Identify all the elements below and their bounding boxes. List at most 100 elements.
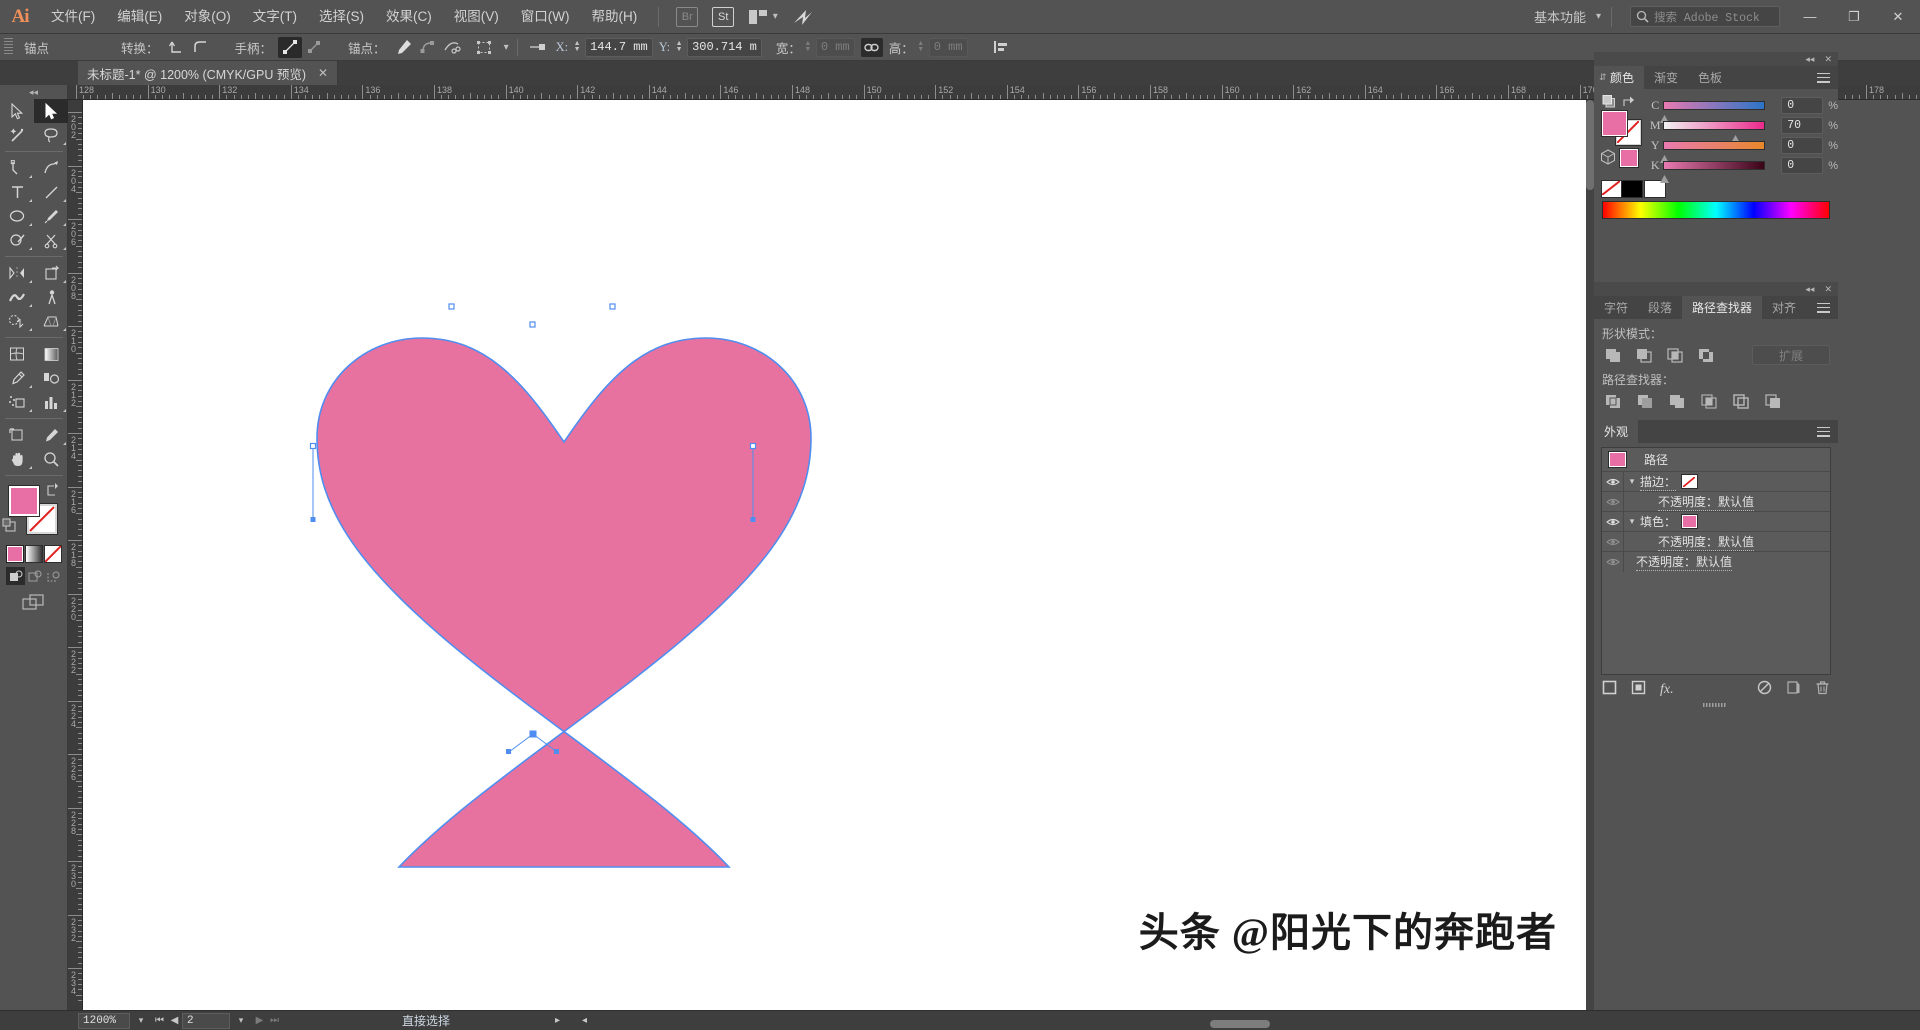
menu-object[interactable]: 对象(O) — [173, 0, 242, 34]
previous-artboard-button[interactable]: ◀ — [167, 1015, 182, 1026]
blend-tool[interactable] — [34, 366, 68, 390]
mesh-tool[interactable] — [0, 342, 34, 366]
menu-window[interactable]: 窗口(W) — [510, 0, 581, 34]
slider-m-track[interactable] — [1663, 121, 1765, 130]
lasso-tool[interactable] — [34, 123, 68, 147]
slider-k-knob[interactable] — [1660, 170, 1669, 178]
add-new-effect-button[interactable]: fx. — [1660, 682, 1674, 698]
black-color-button[interactable] — [1622, 181, 1642, 197]
divide-button[interactable] — [1602, 391, 1625, 411]
exclude-button[interactable] — [1695, 345, 1718, 365]
perspective-grid-tool[interactable] — [34, 309, 68, 333]
y-stepper[interactable]: ▲▼ — [674, 41, 684, 53]
x-stepper[interactable]: ▲▼ — [572, 41, 582, 53]
tab-align[interactable]: 对齐 — [1762, 296, 1806, 319]
close-icon[interactable]: ✕ — [1824, 284, 1832, 295]
gradient-fill-button[interactable] — [26, 546, 42, 562]
status-collapse-button[interactable]: ◂ — [577, 1015, 592, 1026]
chevron-down-icon[interactable]: ▾ — [773, 11, 778, 22]
none-fill-button[interactable] — [45, 546, 61, 562]
merge-button[interactable] — [1666, 391, 1689, 411]
zoom-level-input[interactable]: 1200% — [78, 1013, 130, 1029]
current-color-swatch[interactable] — [1620, 149, 1638, 167]
last-artboard-button[interactable]: ⏭ — [267, 1015, 282, 1026]
column-graph-tool[interactable] — [34, 390, 68, 414]
remove-anchor-button[interactable] — [392, 37, 416, 58]
collapse-icon[interactable]: ◂◂ — [1805, 284, 1814, 295]
convert-to-smooth-button[interactable] — [189, 37, 213, 58]
stroke-row-swatch[interactable] — [1682, 475, 1697, 488]
transform-box-button[interactable] — [474, 37, 498, 58]
line-segment-tool[interactable] — [34, 180, 68, 204]
vertical-ruler[interactable]: 2022042062082102122142162182202222242262… — [68, 100, 83, 1010]
close-button[interactable]: ✕ — [1876, 0, 1920, 34]
hide-handles-button[interactable] — [302, 37, 326, 58]
fill-row[interactable]: ▾ 填色： — [1602, 512, 1830, 532]
change-screen-mode-button[interactable] — [22, 594, 46, 616]
trim-button[interactable] — [1634, 391, 1657, 411]
object-opacity-row[interactable]: 不透明度：默认值 — [1602, 552, 1830, 572]
align-options-icon[interactable] — [990, 37, 1014, 58]
stroke-opacity-visibility-toggle[interactable] — [1602, 492, 1624, 512]
next-artboard-button[interactable]: ▶ — [252, 1015, 267, 1026]
slider-c-knob[interactable] — [1660, 110, 1669, 118]
fill-opacity-visibility-toggle[interactable] — [1602, 532, 1624, 552]
puppet-warp-tool[interactable] — [34, 285, 68, 309]
white-color-button[interactable] — [1645, 181, 1665, 197]
paintbrush-tool[interactable] — [34, 204, 68, 228]
fill-stroke-mini-icon[interactable] — [1602, 95, 1616, 108]
shaper-tool[interactable] — [0, 228, 34, 252]
workspace-chevron-down-icon[interactable]: ▾ — [1596, 11, 1601, 22]
arrange-documents-icon[interactable] — [749, 10, 767, 24]
slider-c-track[interactable] — [1663, 101, 1765, 110]
slider-m-value[interactable]: 70 — [1781, 117, 1823, 134]
stock-icon[interactable]: St — [712, 7, 734, 27]
bridge-icon[interactable]: Br — [676, 7, 698, 27]
menu-select[interactable]: 选择(S) — [308, 0, 375, 34]
zoom-chevron-down-icon[interactable]: ▾ — [130, 1015, 152, 1026]
horizontal-scrollbar-thumb[interactable] — [1210, 1020, 1270, 1028]
menu-view[interactable]: 视图(V) — [443, 0, 510, 34]
artboard-chevron-down-icon[interactable]: ▾ — [230, 1015, 252, 1026]
default-fill-stroke-icon[interactable] — [2, 518, 16, 532]
pathfinder-panel-menu-button[interactable] — [1809, 296, 1838, 319]
slider-m-knob[interactable] — [1731, 130, 1740, 138]
ellipse-tool[interactable] — [0, 204, 34, 228]
path-row[interactable]: 路径 — [1602, 448, 1830, 472]
minimize-button[interactable]: — — [1788, 0, 1832, 34]
width-tool[interactable] — [0, 285, 34, 309]
minus-back-button[interactable] — [1762, 391, 1785, 411]
fill-visibility-toggle[interactable] — [1602, 512, 1624, 532]
slider-c-value[interactable]: 0 — [1781, 97, 1823, 114]
outline-button[interactable] — [1730, 391, 1753, 411]
type-tool[interactable] — [0, 180, 34, 204]
appearance-panel-menu-button[interactable] — [1809, 420, 1838, 443]
tab-color[interactable]: ⇵ 颜色 — [1594, 66, 1644, 89]
shape-builder-tool[interactable] — [0, 309, 34, 333]
maximize-button[interactable]: ❐ — [1832, 0, 1876, 34]
tab-swatches[interactable]: 色板 — [1688, 66, 1732, 89]
appearance-panel-resize-grip[interactable] — [1594, 701, 1838, 709]
clear-appearance-button[interactable] — [1757, 680, 1772, 700]
menu-type[interactable]: 文字(T) — [242, 0, 308, 34]
eyedropper-tool[interactable] — [0, 366, 34, 390]
tab-gradient[interactable]: 渐变 — [1644, 66, 1688, 89]
stroke-visibility-toggle[interactable] — [1602, 472, 1624, 492]
artboard-tool[interactable] — [0, 423, 34, 447]
show-handles-button[interactable] — [278, 37, 302, 58]
hand-tool[interactable] — [0, 447, 34, 471]
artboard-number-input[interactable]: 2 — [182, 1013, 230, 1029]
curvature-tool[interactable] — [34, 156, 68, 180]
slider-k-value[interactable]: 0 — [1781, 157, 1823, 174]
intersect-button[interactable] — [1664, 345, 1687, 365]
direct-selection-tool[interactable] — [34, 99, 68, 123]
stroke-opacity-row[interactable]: 不透明度：默认值 — [1602, 492, 1830, 512]
free-transform-tool[interactable] — [34, 261, 68, 285]
stroke-expand-chevron-down-icon[interactable]: ▾ — [1624, 476, 1640, 487]
close-icon[interactable]: ✕ — [318, 66, 328, 80]
collapse-icon[interactable]: ◂◂ — [1805, 54, 1814, 65]
vertical-scrollbar-thumb[interactable] — [1586, 100, 1594, 190]
creative-cloud-icon[interactable] — [792, 7, 814, 27]
menu-help[interactable]: 帮助(H) — [580, 0, 648, 34]
scissors-tool[interactable] — [34, 228, 68, 252]
